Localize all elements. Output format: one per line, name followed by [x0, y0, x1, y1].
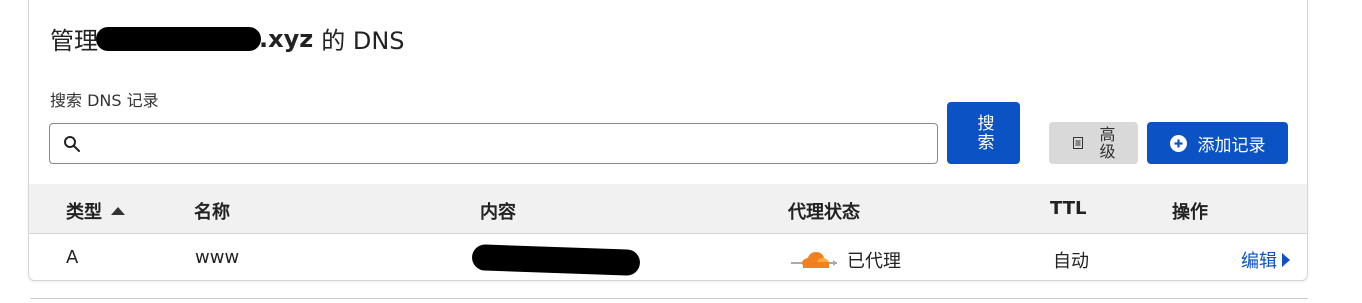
advanced-button[interactable]: 高级 [1049, 122, 1138, 164]
column-ttl-header: TTL [1050, 198, 1087, 219]
title-suffix: 的 DNS [321, 27, 405, 55]
record-content [471, 244, 641, 276]
document-icon [1072, 137, 1083, 149]
column-proxy-header: 代理状态 [788, 202, 860, 223]
title-prefix: 管理 [50, 27, 98, 55]
search-input[interactable] [90, 130, 930, 158]
chevron-right-icon [1282, 253, 1290, 267]
table-row[interactable]: A www 已代理 自动 编辑 [29, 235, 1307, 281]
search-icon [64, 136, 80, 152]
proxy-status-label: 已代理 [847, 251, 901, 272]
record-type: A [66, 247, 79, 268]
column-type-header[interactable]: 类型 [66, 198, 126, 224]
redacted-domain [96, 26, 261, 51]
column-content-header: 内容 [480, 202, 516, 223]
column-name-header: 名称 [194, 202, 230, 223]
cloud-icon [791, 252, 837, 268]
record-proxy-status: 已代理 [791, 247, 901, 273]
plus-circle-icon [1169, 134, 1187, 152]
column-type-label: 类型 [66, 202, 102, 223]
search-label: 搜索 DNS 记录 [50, 91, 159, 110]
redacted-content [471, 244, 641, 276]
search-field[interactable] [49, 123, 938, 164]
sort-up-icon [111, 207, 125, 215]
add-record-button[interactable]: 添加记录 [1147, 122, 1288, 164]
page-title: 管理 .xyz 的 DNS [50, 21, 405, 56]
edit-record-link[interactable]: 编辑 [1241, 247, 1291, 273]
table-header: 类型 名称 内容 代理状态 TTL 操作 [29, 184, 1307, 234]
domain-suffix: .xyz [259, 24, 314, 53]
edit-label: 编辑 [1241, 251, 1277, 272]
column-actions-header: 操作 [1172, 202, 1208, 223]
dns-card: 管理 .xyz 的 DNS 搜索 DNS 记录 搜索 高级 添加记录 类型 名称… [28, 0, 1308, 281]
add-record-label: 添加记录 [1197, 135, 1266, 156]
record-name: www [195, 247, 240, 268]
section-divider [30, 298, 1308, 299]
search-button[interactable]: 搜索 [947, 102, 1020, 164]
advanced-label: 高级 [1096, 126, 1116, 160]
record-ttl: 自动 [1053, 251, 1089, 272]
